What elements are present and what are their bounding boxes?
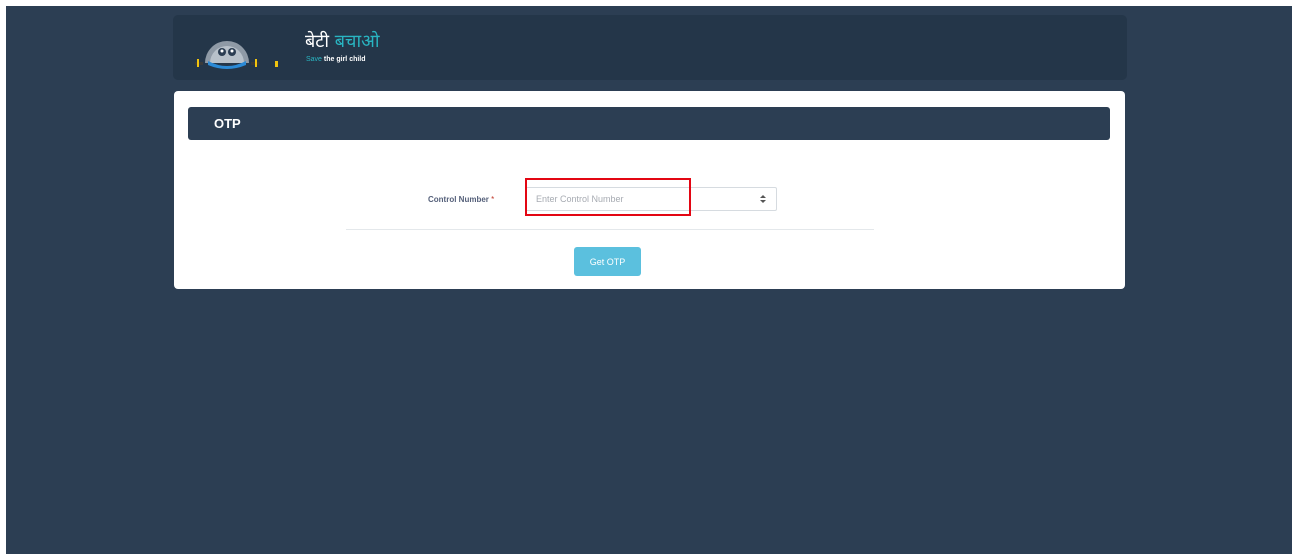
get-otp-button[interactable]: Get OTP <box>574 247 641 276</box>
divider <box>346 229 874 230</box>
brand-tagline: Save the girl child <box>306 56 366 63</box>
otp-card: OTP Control Number * Get OTP <box>174 91 1125 289</box>
brand-logo[interactable]: बेटी बचाओ Save the girl child <box>191 23 391 73</box>
brand-title: बेटी बचाओ <box>305 31 380 53</box>
brand-tagline-rest: the girl child <box>321 56 366 63</box>
required-marker: * <box>491 195 495 204</box>
card-title: OTP <box>214 116 241 131</box>
page-background: बेटी बचाओ Save the girl child OTP Contro… <box>6 6 1292 554</box>
control-number-input[interactable] <box>525 187 777 211</box>
control-number-label: Control Number * <box>428 195 494 204</box>
logo-icon <box>195 41 278 69</box>
control-number-label-text: Control Number <box>428 195 489 204</box>
brand-title-part2: बचाओ <box>334 31 380 52</box>
stepper-icon[interactable] <box>759 192 767 206</box>
brand-tagline-prefix: Save <box>306 56 322 63</box>
top-navbar: बेटी बचाओ Save the girl child <box>173 15 1127 80</box>
brand-title-part1: बेटी <box>305 31 330 52</box>
card-header: OTP <box>188 107 1110 140</box>
